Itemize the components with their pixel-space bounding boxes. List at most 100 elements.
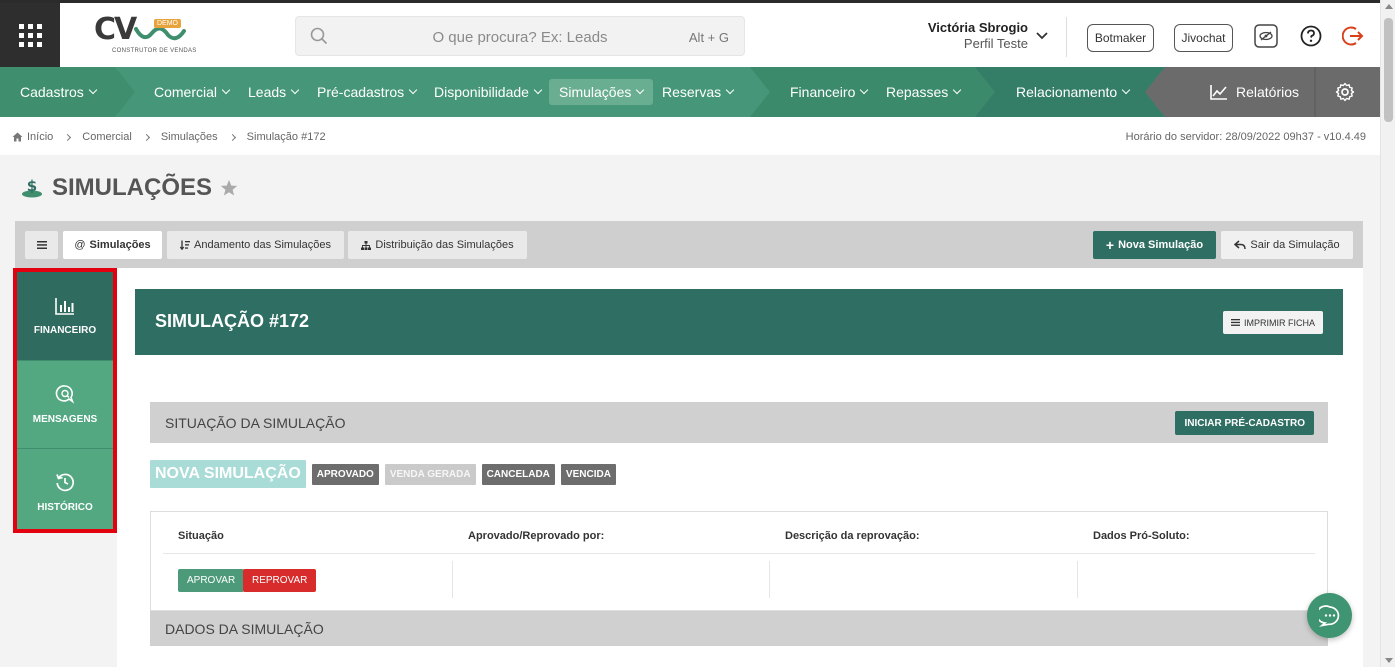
line-chart-icon — [1210, 85, 1227, 100]
user-name: Victória Sbrogio — [927, 20, 1028, 35]
nav-item-reservas[interactable]: Reservas — [662, 67, 735, 117]
eye-off-icon[interactable] — [1254, 24, 1278, 48]
grid-icon — [18, 23, 42, 47]
status-steps: NOVA SIMULAÇÃO APROVADO VENDA GERADA CAN… — [150, 460, 616, 488]
top-header: CV DEMO CONSTRUTOR DE VENDAS O que procu… — [0, 0, 1380, 67]
history-icon — [56, 473, 75, 491]
search-placeholder: O que procura? Ex: Leads — [432, 29, 608, 46]
breadcrumb-home-label: Início — [27, 131, 54, 143]
plus-icon: + — [1105, 237, 1115, 253]
money-hand-icon: $ — [22, 177, 42, 198]
user-menu[interactable]: Victória Sbrogio Perfil Teste — [905, 20, 1028, 51]
page-scrollbar[interactable] — [1380, 0, 1395, 667]
tab-simulacoes-label: Simulações — [89, 239, 151, 251]
reply-icon — [1234, 240, 1247, 250]
exit-simulation-label: Sair da Simulação — [1250, 239, 1340, 251]
scroll-up-icon[interactable] — [1385, 4, 1393, 9]
gear-icon[interactable] — [1335, 82, 1355, 102]
tab-andamento-label: Andamento das Simulações — [194, 239, 331, 251]
main-nav: Cadastros Comercial Leads Pré-cadastros … — [0, 67, 1380, 117]
tab-simulacoes[interactable]: @ Simulações — [63, 231, 162, 259]
logo-subtitle: CONSTRUTOR DE VENDAS — [112, 48, 197, 54]
approve-button[interactable]: APROVAR — [178, 569, 245, 592]
breadcrumb-home[interactable]: Início — [12, 131, 53, 143]
approval-table: Situação Aprovado/Reprovado por: Descriç… — [150, 511, 1328, 611]
server-time: Horário do servidor: 28/09/2022 09h37 - … — [1125, 131, 1366, 143]
hamburger-icon — [36, 241, 47, 249]
breadcrumb-simulacoes[interactable]: Simulações — [161, 131, 218, 143]
nav-item-relacionamento[interactable]: Relacionamento — [1016, 67, 1131, 117]
breadcrumb: Início Comercial Simulações Simulação #1… — [0, 117, 1380, 155]
sitemap-icon — [361, 240, 372, 250]
sort-icon — [180, 240, 191, 250]
nav-item-financeiro[interactable]: Financeiro — [790, 67, 869, 117]
nav-item-pre-cadastros[interactable]: Pré-cadastros — [317, 67, 418, 117]
help-icon[interactable] — [1300, 25, 1322, 47]
bar-chart-icon — [55, 297, 74, 315]
list-icon — [1231, 319, 1240, 326]
column-header-aprovado-por: Aprovado/Reprovado por: — [468, 530, 605, 542]
page-title: $ SIMULAÇÕES — [20, 174, 238, 202]
side-item-historico[interactable]: HISTÓRICO — [17, 448, 113, 536]
exit-simulation-button[interactable]: Sair da Simulação — [1221, 231, 1353, 259]
svg-text:$: $ — [27, 177, 37, 195]
simulation-title: SIMULAÇÃO #172 — [155, 311, 310, 331]
column-header-pro-soluto: Dados Pró-Soluto: — [1093, 530, 1190, 542]
status-vencida: VENCIDA — [560, 463, 616, 485]
side-item-financeiro[interactable]: FINANCEIRO — [17, 272, 113, 360]
status-cancelada: CANCELADA — [481, 463, 555, 485]
nav-item-simulacoes[interactable]: Simulações — [549, 79, 654, 105]
nav-item-relatorios[interactable]: Relatórios — [1210, 67, 1299, 117]
jivochat-button[interactable]: Jivochat — [1174, 24, 1233, 52]
nav-item-comercial[interactable]: Comercial — [154, 67, 231, 117]
status-section-bar: SITUAÇÃO DA SIMULAÇÃO INICIAR PRÉ-CADAST… — [150, 402, 1328, 443]
chat-icon — [1318, 604, 1339, 627]
breadcrumb-comercial[interactable]: Comercial — [82, 131, 132, 143]
nav-item-leads[interactable]: Leads — [248, 67, 300, 117]
start-pre-registration-button[interactable]: INICIAR PRÉ-CADASTRO — [1175, 411, 1314, 435]
logout-icon[interactable] — [1342, 25, 1364, 47]
print-button-label: IMPRIMIR FICHA — [1244, 317, 1315, 328]
tab-distribuicao-label: Distribuição das Simulações — [375, 239, 514, 251]
column-header-situacao: Situação — [178, 530, 224, 542]
new-simulation-button[interactable]: + Nova Simulação — [1093, 231, 1216, 259]
sub-tab-bar: @ Simulações Andamento das Simulações Di… — [15, 221, 1363, 268]
relatorios-label: Relatórios — [1236, 84, 1300, 100]
botmaker-button[interactable]: Botmaker — [1087, 24, 1154, 52]
breadcrumb-current: Simulação #172 — [246, 131, 326, 143]
side-item-financeiro-label: FINANCEIRO — [33, 324, 97, 336]
data-section-bar: DADOS DA SIMULAÇÃO — [150, 611, 1328, 646]
scroll-down-icon[interactable] — [1385, 658, 1393, 663]
status-aprovado: APROVADO — [311, 463, 379, 485]
apps-menu-button[interactable] — [0, 3, 60, 67]
chat-search-icon — [55, 384, 75, 404]
side-item-mensagens[interactable]: MENSAGENS — [17, 360, 113, 448]
logo-tag: DEMO — [154, 19, 181, 28]
data-section-title: DADOS DA SIMULAÇÃO — [165, 621, 324, 637]
search-shortcut: Alt + G — [688, 30, 729, 45]
tab-andamento[interactable]: Andamento das Simulações — [167, 231, 344, 259]
chat-button[interactable] — [1307, 593, 1352, 638]
nav-item-repasses[interactable]: Repasses — [886, 67, 962, 117]
reject-button[interactable]: REPROVAR — [243, 569, 317, 592]
tab-distribuicao[interactable]: Distribuição das Simulações — [348, 231, 527, 259]
print-button[interactable]: IMPRIMIR FICHA — [1223, 311, 1323, 334]
side-item-historico-label: HISTÓRICO — [37, 501, 93, 513]
status-nova-simulacao: NOVA SIMULAÇÃO — [150, 460, 306, 488]
user-role: Perfil Teste — [963, 36, 1028, 51]
side-item-mensagens-label: MENSAGENS — [32, 413, 98, 425]
new-simulation-label: Nova Simulação — [1118, 239, 1204, 251]
nav-item-disponibilidade[interactable]: Disponibilidade — [434, 67, 543, 117]
simulation-header: SIMULAÇÃO #172 IMPRIMIR FICHA — [135, 289, 1343, 355]
header-divider — [1066, 17, 1067, 57]
page-title-text: SIMULAÇÕES — [52, 174, 213, 201]
side-menu: FINANCEIRO MENSAGENS HISTÓRICO — [13, 268, 117, 533]
chevron-down-icon[interactable] — [1036, 31, 1048, 41]
logo[interactable]: CV DEMO CONSTRUTOR DE VENDAS — [94, 15, 196, 59]
menu-toggle-button[interactable] — [25, 231, 58, 259]
scroll-thumb[interactable] — [1384, 18, 1393, 122]
column-header-descricao: Descrição da reprovação: — [785, 530, 920, 542]
search-box[interactable]: O que procura? Ex: Leads Alt + G — [295, 16, 745, 56]
nav-item-cadastros[interactable]: Cadastros — [20, 67, 98, 117]
star-icon[interactable] — [220, 179, 238, 197]
